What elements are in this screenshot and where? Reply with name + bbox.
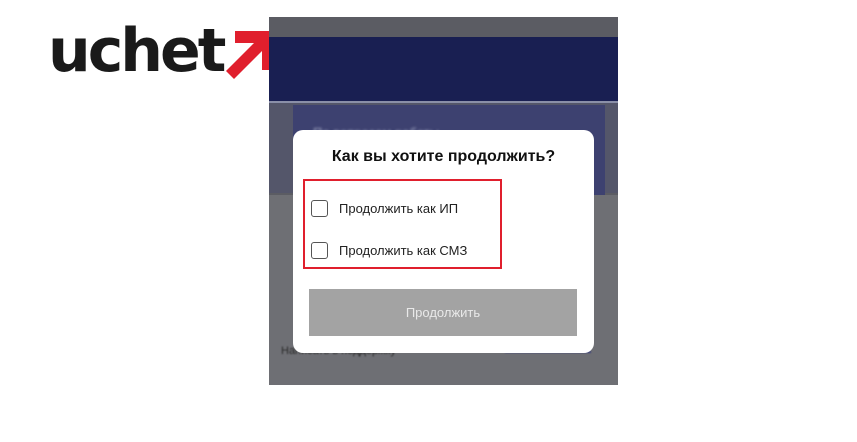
logo-text: uchet: [48, 16, 226, 86]
checkbox-ip[interactable]: [311, 199, 328, 217]
option-smz-label: Продолжить как СМЗ: [339, 242, 468, 258]
dialog-title: Как вы хотите продолжить?: [331, 148, 556, 165]
checkbox-smz[interactable]: [311, 241, 328, 259]
option-smz[interactable]: Продолжить как СМЗ: [311, 239, 467, 261]
continue-button[interactable]: Продолжить: [309, 289, 577, 336]
app-header: [269, 37, 618, 101]
option-ip-label: Продолжить как ИП: [339, 200, 459, 216]
diagonal-arrow-icon: [226, 31, 275, 79]
uchet-logo: uchet: [48, 16, 275, 86]
continue-dialog: Как вы хотите продолжить? Продолжить как…: [293, 130, 594, 353]
option-ip[interactable]: Продолжить как ИП: [311, 197, 458, 219]
